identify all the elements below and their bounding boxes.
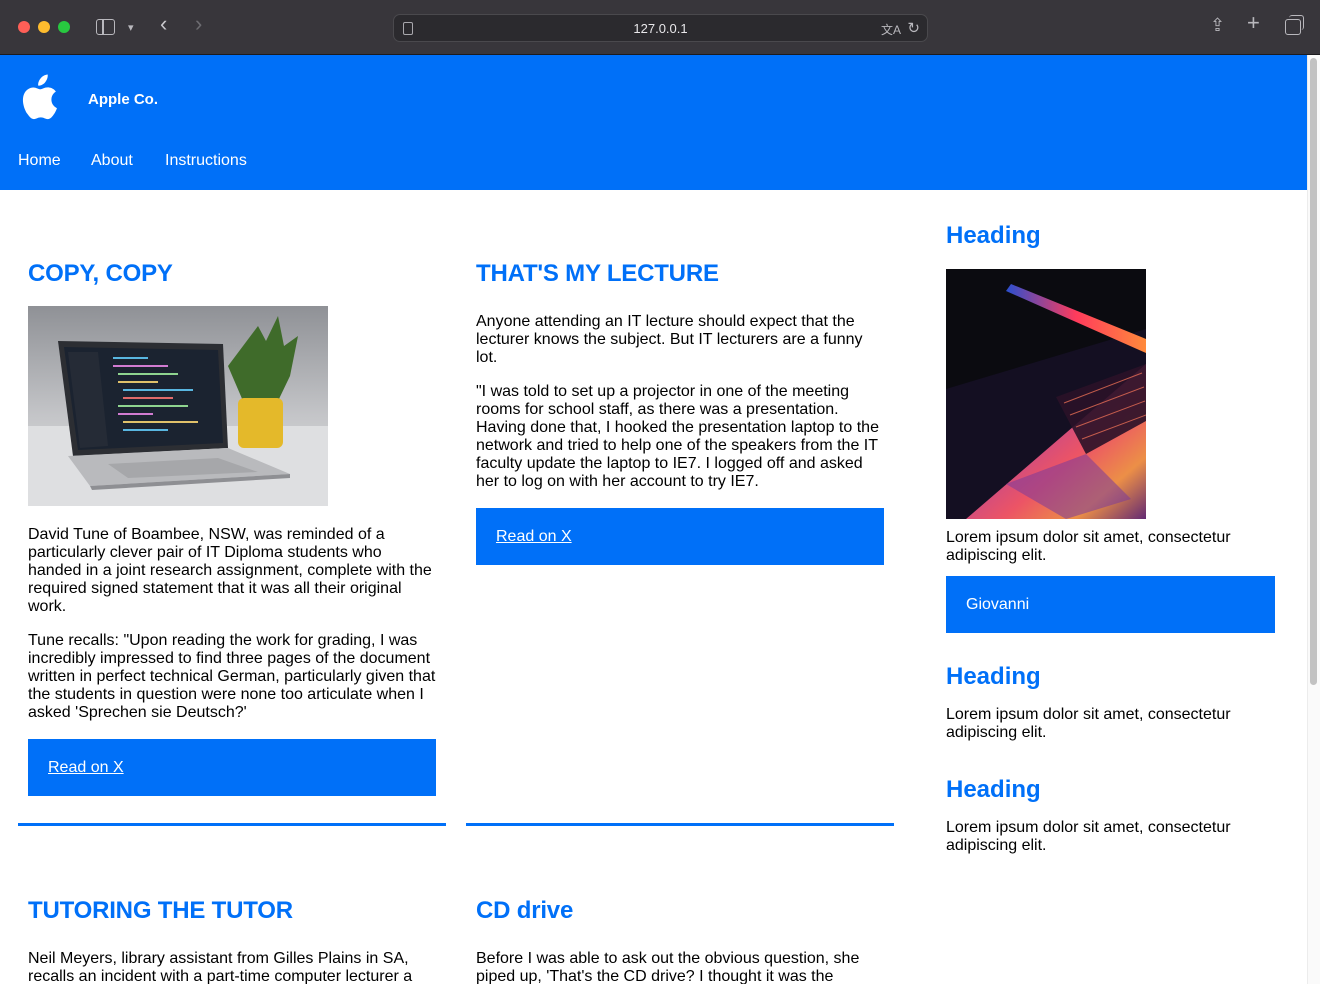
sidebar-toggle-icon[interactable] (96, 19, 115, 35)
reload-icon[interactable]: ↻ (907, 19, 920, 37)
translate-icon[interactable]: 文A (881, 21, 901, 38)
laptop-glow-image (946, 269, 1146, 519)
article-divider (466, 823, 894, 826)
sidebar-heading: Heading (946, 776, 1041, 803)
article-title: COPY, COPY (28, 260, 173, 287)
sidebar-text: Lorem ipsum dolor sit amet, consectetur … (946, 819, 1231, 854)
address-bar[interactable]: 127.0.0.1 文A ↻ (393, 14, 928, 42)
zoom-window-button[interactable] (58, 21, 70, 33)
article-paragraph: Tune recalls: "Upon reading the work for… (28, 632, 436, 721)
article-paragraph: David Tune of Boambee, NSW, was reminded… (28, 526, 432, 615)
article-copy-copy: COPY, COPY David Tune of Boambee, NSW, w… (28, 260, 438, 796)
tab-overview-icon[interactable] (1285, 15, 1304, 35)
browser-toolbar: ▾ ‹ › 127.0.0.1 文A ↻ ⇪ + (0, 0, 1320, 55)
brand-name[interactable]: Apple Co. (88, 91, 158, 108)
sidebar-text: Lorem ipsum dolor sit amet, consectetur … (946, 706, 1231, 741)
apple-logo-icon[interactable] (18, 74, 58, 122)
article-divider (18, 823, 446, 826)
site-header: Apple Co. Home About Instructions (0, 55, 1307, 190)
nav-about-link[interactable]: About (91, 152, 133, 170)
nav-instructions-link[interactable]: Instructions (165, 152, 247, 170)
scrollbar-thumb[interactable] (1310, 58, 1317, 685)
article-title: CD drive (476, 897, 574, 924)
read-on-x-button[interactable]: Read on X (476, 508, 884, 565)
article-title: TUTORING THE TUTOR (28, 897, 293, 924)
minimize-window-button[interactable] (38, 21, 50, 33)
read-on-x-button[interactable]: Read on X (28, 739, 436, 796)
sidebar-block: Heading Lorem ipsum dolor sit amet, cons… (946, 222, 1276, 633)
article-paragraph: "I was told to set up a projector in one… (476, 383, 879, 490)
forward-arrow-icon[interactable]: › (195, 13, 202, 35)
article-title: THAT'S MY LECTURE (476, 260, 719, 287)
giovanni-button[interactable]: Giovanni (946, 576, 1275, 633)
url-text: 127.0.0.1 (633, 21, 688, 36)
sidebar-heading: Heading (946, 222, 1041, 249)
sidebar-text: Lorem ipsum dolor sit amet, consectetur … (946, 529, 1231, 564)
share-icon[interactable]: ⇪ (1210, 16, 1225, 34)
article-tutoring-the-tutor: TUTORING THE TUTOR Neil Meyers, library … (28, 897, 438, 984)
article-thats-my-lecture: THAT'S MY LECTURE Anyone attending an IT… (476, 260, 886, 565)
nav-home-link[interactable]: Home (18, 152, 61, 170)
sidebar-block: Heading Lorem ipsum dolor sit amet, cons… (946, 776, 1276, 855)
laptop-code-image (28, 306, 328, 506)
article-paragraph: Before I was able to ask out the obvious… (476, 950, 860, 984)
back-arrow-icon[interactable]: ‹ (160, 13, 167, 35)
vertical-scrollbar[interactable] (1307, 55, 1320, 984)
new-tab-icon[interactable]: + (1247, 12, 1260, 34)
page-viewport: Apple Co. Home About Instructions COPY, … (0, 55, 1320, 984)
close-window-button[interactable] (18, 21, 30, 33)
chevron-down-icon[interactable]: ▾ (128, 20, 134, 36)
article-paragraph: Anyone attending an IT lecture should ex… (476, 313, 863, 366)
sidebar-block: Heading Lorem ipsum dolor sit amet, cons… (946, 663, 1276, 742)
article-cd-drive: CD drive Before I was able to ask out th… (476, 897, 886, 984)
sidebar-heading: Heading (946, 663, 1041, 690)
article-paragraph: Neil Meyers, library assistant from Gill… (28, 950, 413, 984)
